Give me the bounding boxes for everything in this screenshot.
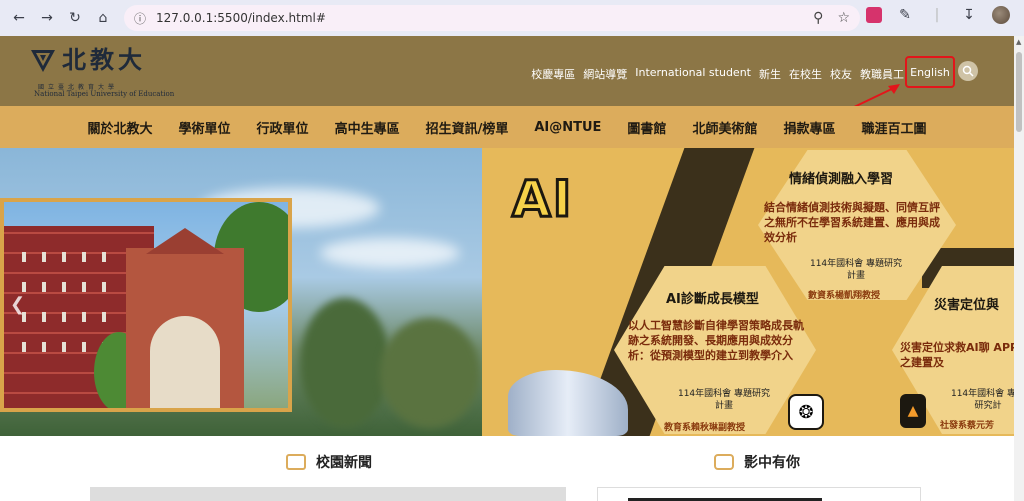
alert-phone-icon: ▲ — [900, 394, 926, 428]
back-icon[interactable]: ← — [8, 7, 30, 29]
panel-professor: 社發系蔡元芳 — [940, 421, 995, 431]
panel-project: 114年國科會 專題研究計畫 — [677, 389, 771, 411]
search-icon — [962, 65, 974, 77]
slider-prev-icon[interactable]: ❮ — [10, 294, 25, 315]
top-link-sitemap[interactable]: 網站導覽 — [583, 66, 627, 82]
campus-photo-slide: ❮ — [0, 148, 482, 436]
top-link-freshmen[interactable]: 新生 — [759, 66, 781, 82]
info-icon[interactable]: ⓘ — [130, 10, 150, 27]
news-icon — [286, 454, 306, 470]
news-section-title: 校園新聞 — [316, 455, 372, 471]
panel-title: 災害定位與 — [934, 298, 1000, 313]
video-section-title: 影中有你 — [744, 455, 800, 471]
browser-toolbar: ← → ↻ ⌂ ⓘ 127.0.0.1:5500/index.html# ⚲ ☆… — [0, 0, 1024, 36]
video-play-icon — [714, 454, 734, 470]
nav-career[interactable]: 職涯百工圖 — [861, 118, 926, 137]
nav-library[interactable]: 圖書館 — [627, 118, 666, 137]
address-bar[interactable]: ⓘ 127.0.0.1:5500/index.html# ⚲ ☆ — [124, 5, 860, 31]
separator-icon: | — [934, 7, 940, 23]
openai-icon: ❂ — [788, 394, 824, 430]
ai-banner-title: AI — [510, 169, 574, 230]
main-navigation: 關於北教大 學術單位 行政單位 高中生專區 招生資訊/榜單 AI@NTUE 圖書… — [0, 106, 1014, 148]
news-card[interactable] — [90, 487, 566, 501]
panel-project: 114年國科會 專題研究計 — [950, 389, 1014, 411]
video-card[interactable] — [597, 487, 921, 501]
nav-administration[interactable]: 行政單位 — [257, 118, 309, 137]
video-section-heading: 影中有你 — [714, 452, 800, 472]
nav-high-school[interactable]: 高中生專區 — [335, 118, 400, 137]
nav-admissions[interactable]: 招生資訊/榜單 — [426, 118, 509, 137]
university-logo[interactable]: 北教大 國立臺北教育大學 National Taipei University … — [30, 45, 174, 98]
hero-slider[interactable]: ❮ AI 情緒偵測融入學習 結合情緒偵測技術與擬題、同儕互評之無所不在學習系統建… — [0, 148, 1014, 436]
panel-project: 114年國科會 專題研究計畫 — [809, 259, 903, 281]
forward-icon[interactable]: → — [36, 7, 58, 29]
emblem-icon — [31, 50, 55, 72]
ai-research-slide: AI 情緒偵測融入學習 結合情緒偵測技術與擬題、同儕互評之無所不在學習系統建置、… — [482, 148, 1014, 436]
english-link-highlight[interactable]: English — [905, 56, 955, 88]
top-link-international[interactable]: International student — [635, 66, 751, 82]
panel-title: AI診斷成長模型 — [666, 292, 759, 307]
logo-english-name: National Taipei University of Education — [34, 90, 175, 98]
search-button[interactable] — [958, 61, 978, 81]
download-icon[interactable]: ↧ — [960, 7, 978, 23]
campus-photo — [0, 198, 292, 412]
page-scrollbar[interactable]: ▲ — [1014, 36, 1024, 501]
panel-body: 災害定位求救AI聊 APP之建置及 — [900, 341, 1014, 369]
url-text[interactable]: 127.0.0.1:5500/index.html# — [156, 11, 326, 25]
panel-body: 結合情緒偵測技術與擬題、同儕互評之無所不在學習系統建置、應用與成效分析 — [764, 201, 940, 244]
star-icon[interactable]: ☆ — [837, 10, 850, 26]
reload-icon[interactable]: ↻ — [64, 7, 86, 29]
extension-icon[interactable]: ✎ — [896, 7, 914, 23]
nav-ai-ntue[interactable]: AI@NTUE — [534, 120, 601, 135]
nav-art-museum[interactable]: 北師美術館 — [692, 118, 757, 137]
nav-academic[interactable]: 學術單位 — [179, 118, 231, 137]
nav-about[interactable]: 關於北教大 — [88, 118, 153, 137]
scroll-up-icon[interactable]: ▲ — [1016, 38, 1021, 46]
nav-donation[interactable]: 捐款專區 — [783, 118, 835, 137]
panel-professor: 數資系楊凱翔教授 — [808, 291, 881, 301]
top-link-anniversary[interactable]: 校慶專區 — [531, 66, 575, 82]
profile-avatar[interactable] — [992, 6, 1010, 24]
scroll-thumb[interactable] — [1016, 52, 1022, 132]
panel-body: 以人工智慧診斷自律學習策略成長軌跡之系統開發、長期應用與成效分析：從預測模型的建… — [628, 319, 804, 362]
extension-pink-icon[interactable] — [866, 7, 882, 23]
zoom-icon[interactable]: ⚲ — [813, 10, 823, 26]
panel-professor: 教育系賴秋琳副教授 — [664, 423, 746, 433]
logo-name: 北教大 — [62, 45, 146, 74]
top-link-students[interactable]: 在校生 — [789, 66, 822, 82]
panel-title: 情緒偵測融入學習 — [789, 172, 894, 187]
english-link[interactable]: English — [910, 66, 950, 79]
news-section-heading: 校園新聞 — [286, 452, 372, 472]
home-icon[interactable]: ⌂ — [92, 7, 114, 29]
